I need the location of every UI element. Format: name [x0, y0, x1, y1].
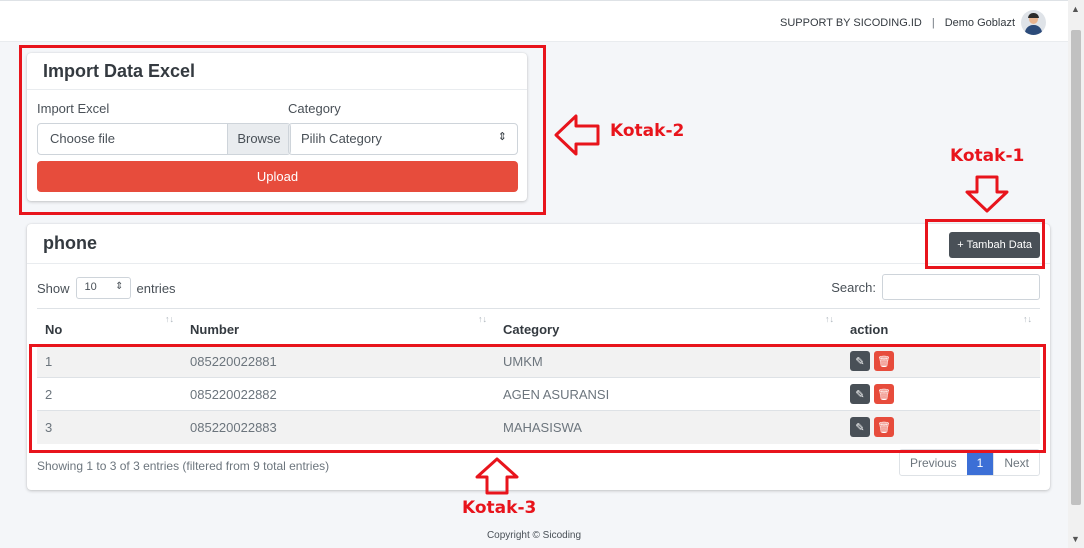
search-input[interactable] [882, 274, 1040, 300]
kotak-3-arrow-icon [475, 457, 519, 495]
page-1-button[interactable]: 1 [966, 450, 994, 475]
footer-copyright: Copyright © Sicoding [486, 530, 582, 541]
table-search: Search: [831, 274, 1040, 300]
scroll-up-icon[interactable]: ▲ [1071, 4, 1080, 14]
page-scrollbar[interactable]: ▲ ▼ [1068, 0, 1084, 548]
kotak-1-label: Kotak-1 [950, 146, 1025, 166]
datatable-controls: Show 10 ⇕ entries Search: [37, 274, 1040, 300]
pagination: Previous 1 Next [898, 449, 1040, 476]
column-header-label: action [850, 321, 889, 337]
table-info: Showing 1 to 3 of 3 entries (filtered fr… [37, 459, 330, 473]
sort-icon: ↑↓ [825, 314, 834, 324]
column-header-number[interactable]: Number ↑↓ [182, 308, 495, 346]
column-header-label: No [45, 321, 63, 337]
previous-page-button[interactable]: Previous [900, 450, 967, 475]
select-arrows-icon: ⇕ [115, 281, 124, 292]
topbar-separator: | [931, 16, 935, 29]
scroll-thumb[interactable] [1071, 30, 1081, 505]
kotak-2-highlight-box [19, 45, 546, 215]
table-header-row: No ↑↓ Number ↑↓ Category ↑↓ action ↑↓ [37, 308, 1040, 346]
kotak-2-arrow-icon [554, 114, 600, 156]
column-header-no[interactable]: No ↑↓ [37, 308, 182, 346]
entries-length-select[interactable]: 10 ⇕ [75, 277, 131, 299]
search-label: Search: [831, 279, 876, 295]
kotak-2-label: Kotak-2 [610, 121, 685, 141]
scroll-down-icon[interactable]: ▼ [1071, 534, 1080, 544]
show-entries: Show 10 ⇕ entries [37, 277, 176, 299]
user-avatar-icon[interactable] [1021, 10, 1046, 35]
topbar-user-area: SUPPORT BY SICODING.ID | Demo Goblazt [780, 10, 1046, 35]
phone-card-title: phone [43, 233, 97, 253]
kotak-1-highlight-box [925, 219, 1045, 269]
sort-icon: ↑↓ [478, 314, 487, 324]
show-label: Show [37, 280, 70, 296]
sort-icon: ↑↓ [165, 314, 174, 324]
next-page-button[interactable]: Next [993, 450, 1039, 475]
support-text[interactable]: SUPPORT BY SICODING.ID [780, 17, 922, 29]
kotak-1-arrow-icon [965, 175, 1009, 213]
kotak-3-label: Kotak-3 [462, 498, 537, 518]
column-header-category[interactable]: Category ↑↓ [495, 308, 842, 346]
column-header-action[interactable]: action ↑↓ [842, 308, 1040, 346]
sort-icon: ↑↓ [1023, 314, 1032, 324]
entries-label: entries [136, 280, 176, 296]
kotak-3-highlight-box [29, 344, 1046, 453]
phone-card-header: phone + Tambah Data [27, 224, 1050, 264]
entries-length-value: 10 [84, 281, 97, 293]
column-header-label: Number [190, 321, 240, 337]
column-header-label: Category [503, 321, 560, 337]
top-navbar: SUPPORT BY SICODING.ID | Demo Goblazt [0, 0, 1068, 42]
user-name[interactable]: Demo Goblazt [945, 17, 1015, 29]
